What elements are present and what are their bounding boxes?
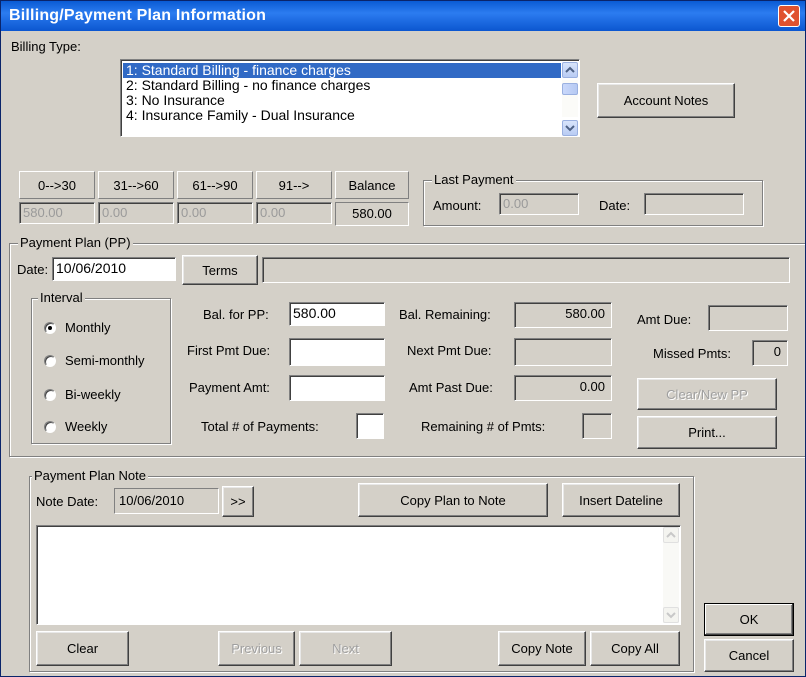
next-pmt-due-label: Next Pmt Due:: [407, 343, 492, 358]
aging-balance-field: 580.00: [335, 202, 409, 226]
next-pmt-due-field: [514, 338, 612, 366]
aging-header-61-90: 61-->90: [177, 171, 253, 199]
billing-type-list[interactable]: 1: Standard Billing - finance charges 2:…: [120, 59, 580, 137]
scroll-up-arrow-icon: [565, 66, 575, 73]
radio-button-icon: [44, 388, 56, 401]
payment-amt-field[interactable]: [289, 375, 385, 401]
billing-type-scrollbar[interactable]: [562, 61, 578, 136]
note-scrollbar[interactable]: [663, 527, 679, 623]
billing-type-item[interactable]: 2: Standard Billing - no finance charges: [123, 78, 561, 93]
last-payment-caption: Last Payment: [432, 172, 516, 187]
last-payment-amount-label: Amount:: [433, 198, 482, 213]
scroll-down-arrow-icon: [666, 612, 676, 619]
last-payment-date-label: Date:: [599, 198, 631, 213]
bal-for-pp-label: Bal. for PP:: [203, 307, 269, 322]
note-date-label: Note Date:: [36, 494, 99, 509]
account-notes-button[interactable]: Account Notes: [597, 83, 735, 118]
amt-past-due-field: 0.00: [514, 375, 612, 401]
interval-semi-monthly-radio[interactable]: Semi-monthly: [44, 353, 144, 368]
terms-field: [262, 257, 790, 283]
note-scroll-up-button[interactable]: [663, 527, 679, 543]
scroll-up-button[interactable]: [562, 62, 578, 78]
interval-weekly-radio[interactable]: Weekly: [44, 419, 107, 434]
billing-type-item[interactable]: 1: Standard Billing - finance charges: [123, 63, 561, 78]
aging-61-90-field: 0.00: [177, 202, 253, 224]
terms-button[interactable]: Terms: [182, 255, 258, 285]
scroll-down-arrow-icon: [565, 125, 575, 132]
billing-type-items: 1: Standard Billing - finance charges 2:…: [123, 63, 561, 123]
scroll-down-button[interactable]: [562, 120, 578, 136]
interval-option-label: Semi-monthly: [65, 353, 145, 368]
missed-pmts-label: Missed Pmts:: [653, 346, 732, 361]
aging-31-60-field: 0.00: [98, 202, 174, 224]
interval-option-label: Weekly: [65, 419, 108, 434]
window-title: Billing/Payment Plan Information: [9, 7, 267, 24]
amt-past-due-label: Amt Past Due:: [409, 380, 493, 395]
billing-type-item[interactable]: 3: No Insurance: [123, 93, 561, 108]
insert-dateline-button[interactable]: Insert Dateline: [562, 483, 680, 517]
billing-type-label: Billing Type:: [11, 39, 81, 54]
close-button[interactable]: [778, 5, 800, 27]
next-note-date-button[interactable]: >>: [222, 486, 254, 517]
remaining-pmts-label: Remaining # of Pmts:: [421, 419, 546, 434]
note-textarea[interactable]: [36, 525, 681, 625]
first-pmt-due-field[interactable]: [289, 338, 385, 366]
interval-option-label: Monthly: [65, 320, 111, 335]
payment-plan-caption: Payment Plan (PP): [18, 235, 133, 250]
bal-for-pp-field[interactable]: 580.00: [289, 302, 385, 326]
title-bar[interactable]: Billing/Payment Plan Information: [1, 1, 805, 31]
aging-header-0-30: 0-->30: [19, 171, 95, 199]
pp-date-field[interactable]: 10/06/2010: [52, 257, 176, 281]
interval-caption: Interval: [38, 290, 85, 305]
clear-new-pp-button[interactable]: Clear/New PP: [637, 378, 777, 410]
note-date-field: 10/06/2010: [114, 488, 219, 514]
note-scroll-down-button[interactable]: [663, 607, 679, 623]
scroll-up-arrow-icon: [666, 531, 676, 538]
interval-option-label: Bi-weekly: [65, 387, 121, 402]
billing-payment-plan-dialog: Billing/Payment Plan Information Billing…: [0, 0, 806, 677]
bal-remaining-label: Bal. Remaining:: [399, 307, 491, 322]
ok-button[interactable]: OK: [704, 603, 794, 636]
aging-header-91: 91-->: [256, 171, 332, 199]
copy-note-button[interactable]: Copy Note: [498, 631, 586, 666]
previous-note-button[interactable]: Previous: [218, 631, 295, 666]
print-button[interactable]: Print...: [637, 416, 777, 449]
remaining-pmts-field: [582, 413, 612, 439]
scroll-thumb[interactable]: [562, 83, 578, 95]
clear-note-button[interactable]: Clear: [36, 631, 129, 666]
billing-type-item[interactable]: 4: Insurance Family - Dual Insurance: [123, 108, 561, 123]
next-note-button[interactable]: Next: [299, 631, 392, 666]
scroll-track[interactable]: [562, 80, 578, 117]
radio-button-icon: [44, 420, 56, 433]
first-pmt-due-label: First Pmt Due:: [187, 343, 271, 358]
interval-bi-weekly-radio[interactable]: Bi-weekly: [44, 387, 121, 402]
payment-plan-note-caption: Payment Plan Note: [32, 468, 149, 483]
total-payments-field[interactable]: [356, 413, 384, 439]
total-payments-label: Total # of Payments:: [201, 419, 319, 434]
close-icon: [783, 10, 795, 22]
copy-all-button[interactable]: Copy All: [590, 631, 680, 666]
last-payment-amount-field: 0.00: [499, 193, 579, 215]
amt-due-field: [708, 305, 788, 331]
copy-plan-to-note-button[interactable]: Copy Plan to Note: [358, 483, 548, 517]
aging-0-30-field: 580.00: [19, 202, 95, 224]
radio-button-icon: [44, 354, 56, 367]
amt-due-label: Amt Due:: [637, 312, 692, 327]
aging-header-31-60: 31-->60: [98, 171, 174, 199]
aging-header-balance: Balance: [335, 171, 409, 199]
payment-amt-label: Payment Amt:: [189, 380, 270, 395]
radio-button-icon: [44, 321, 56, 334]
missed-pmts-field: 0: [752, 340, 788, 366]
bal-remaining-field: 580.00: [514, 302, 612, 328]
aging-91-field: 0.00: [256, 202, 332, 224]
last-payment-date-field: [644, 193, 744, 215]
pp-date-label: Date:: [17, 262, 49, 277]
interval-monthly-radio[interactable]: Monthly: [44, 320, 111, 335]
cancel-button[interactable]: Cancel: [704, 639, 794, 672]
